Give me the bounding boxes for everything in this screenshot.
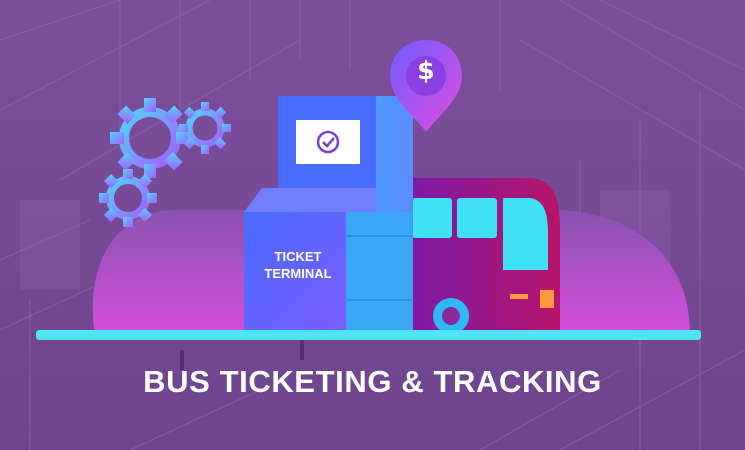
terminal-label-line1: TICKET: [274, 249, 322, 264]
gear-icon-bottom: [99, 169, 157, 227]
gear-icon-small: [179, 102, 231, 154]
terminal-label-line2: TERMINAL: [264, 266, 332, 281]
terminal-label: TICKET TERMINAL: [252, 248, 344, 282]
platform-line: [36, 330, 701, 340]
illustration-stage: $ TICKET TERMINAL BUS TICKETING & TRACKI…: [0, 0, 745, 450]
page-title: BUS TICKETING & TRACKING: [143, 364, 602, 399]
bus-icon: [405, 178, 560, 334]
gear-icon: [110, 98, 190, 178]
dollar-symbol: $: [417, 56, 435, 85]
